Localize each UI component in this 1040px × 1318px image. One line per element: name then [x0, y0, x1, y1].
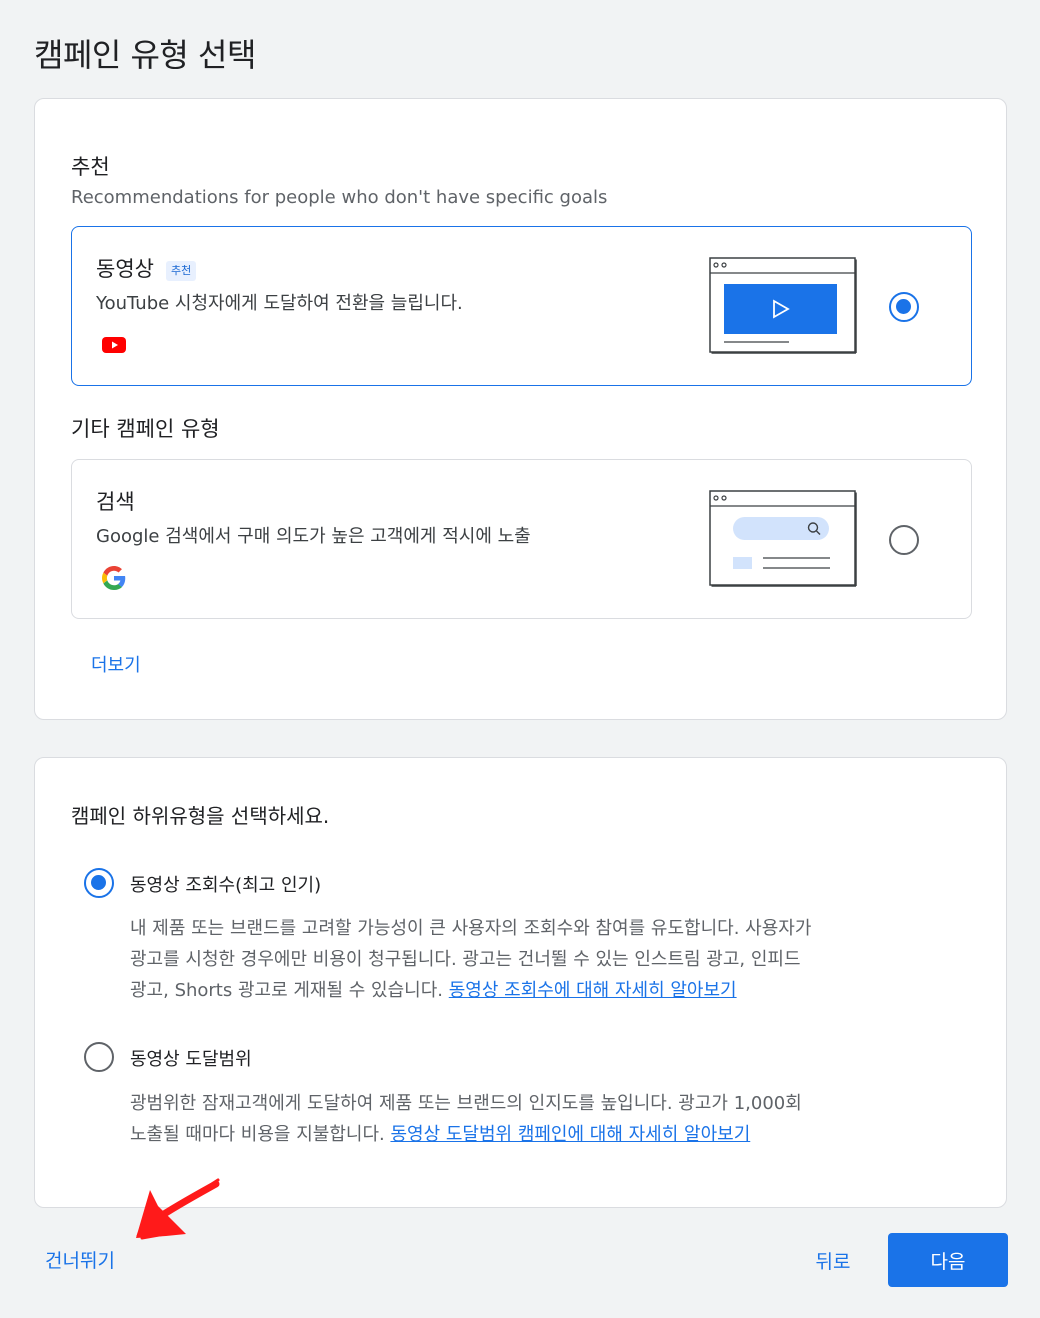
back-button[interactable]: 뒤로 — [800, 1233, 866, 1287]
recommended-badge: 추천 — [166, 261, 197, 281]
page-title: 캠페인 유형 선택 — [34, 36, 256, 74]
learn-more-views-link[interactable]: 동영상 조회수에 대해 자세히 알아보기 — [449, 980, 737, 1001]
card-title: 검색 — [96, 490, 135, 514]
card-description: YouTube 시청자에게 도달하여 전환을 늘립니다. — [96, 293, 463, 314]
subtype-desc-reach: 광범위한 잠재고객에게 도달하여 제품 또는 브랜드의 인지도를 높입니다. 광… — [130, 1093, 802, 1145]
google-logo-icon — [102, 566, 126, 590]
subtype-label-reach: 동영상 도달범위 — [130, 1049, 252, 1070]
subtype-heading: 캠페인 하위유형을 선택하세요. — [71, 804, 330, 828]
subtype-label-views: 동영상 조회수(최고 인기) — [130, 875, 322, 896]
recommended-subtitle: Recommendations for people who don't hav… — [71, 187, 608, 208]
video-illustration-icon — [709, 257, 857, 354]
search-illustration-icon — [709, 490, 857, 587]
card-description: Google 검색에서 구매 의도가 높은 고객에게 적시에 노출 — [96, 526, 531, 547]
subtype-radio-views[interactable] — [84, 868, 114, 898]
more-link[interactable]: 더보기 — [91, 651, 141, 677]
recommended-heading: 추천 — [71, 155, 110, 179]
subtype-desc-views: 내 제품 또는 브랜드를 고려할 가능성이 큰 사용자의 조회수와 참여를 유도… — [130, 918, 812, 1001]
video-radio[interactable] — [889, 292, 919, 322]
search-radio[interactable] — [889, 525, 919, 555]
card-title: 동영상 — [96, 257, 154, 281]
youtube-logo-icon — [102, 337, 126, 353]
campaign-card-search[interactable]: 검색 Google 검색에서 구매 의도가 높은 고객에게 적시에 노출 — [71, 459, 972, 619]
skip-link[interactable]: 건너뛰기 — [45, 1246, 115, 1273]
subtype-radio-reach[interactable] — [84, 1042, 114, 1072]
campaign-subtype-panel: 캠페인 하위유형을 선택하세요. 동영상 조회수(최고 인기) 내 제품 또는 … — [34, 757, 1007, 1208]
annotation-arrow-icon — [136, 1178, 220, 1240]
next-button[interactable]: 다음 — [888, 1233, 1008, 1287]
campaign-card-video[interactable]: 동영상 추천 YouTube 시청자에게 도달하여 전환을 늘립니다. — [71, 226, 972, 386]
other-types-heading: 기타 캠페인 유형 — [71, 417, 220, 441]
campaign-type-panel: 추천 Recommendations for people who don't … — [34, 98, 1007, 720]
learn-more-reach-link[interactable]: 동영상 도달범위 캠페인에 대해 자세히 알아보기 — [390, 1124, 750, 1145]
